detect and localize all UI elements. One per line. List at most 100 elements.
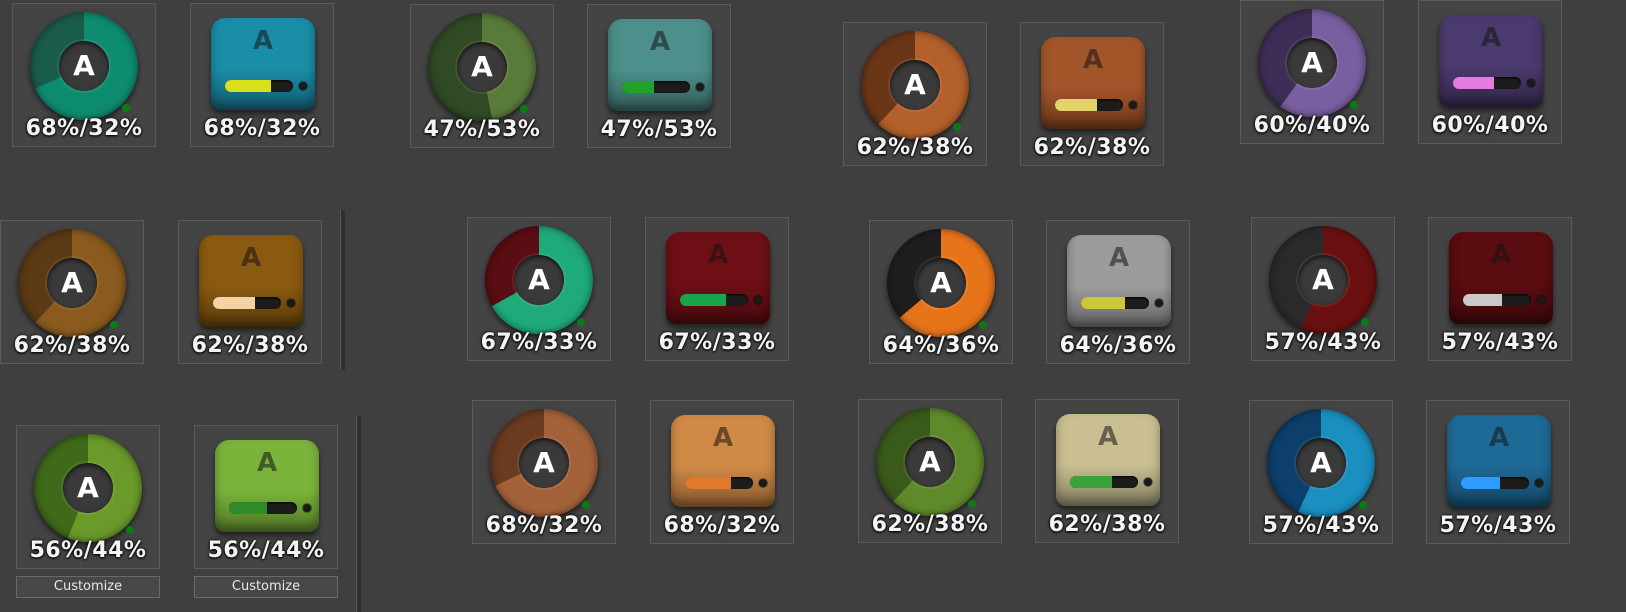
hard-drive-icon: A: [608, 19, 712, 111]
ring-icon-preview[interactable]: A 62%/38%: [858, 399, 1002, 543]
disk-usage-ring-icon: A: [1269, 226, 1377, 334]
ring-icon-preview[interactable]: A 56%/44%: [16, 425, 160, 569]
drive-icon-preview[interactable]: A 68%/32%: [650, 400, 794, 544]
hard-drive-icon: A: [199, 235, 303, 327]
ring-center: A: [905, 437, 955, 487]
ring-center: A: [916, 258, 966, 308]
drive-letter: A: [252, 26, 274, 56]
ring-icon-preview[interactable]: A 68%/32%: [12, 3, 156, 147]
usage-bar-fill: [1055, 99, 1098, 111]
usage-caption: 67%/33%: [658, 330, 776, 355]
drive-icon-preview[interactable]: A 67%/33%: [645, 217, 789, 361]
customize-button[interactable]: Customize: [194, 576, 338, 598]
usage-caption: 62%/38%: [1033, 135, 1151, 160]
disk-usage-ring-icon: A: [861, 31, 969, 139]
drive-letter: A: [240, 243, 262, 273]
hard-drive-icon: A: [1041, 37, 1145, 129]
disk-usage-ring-icon: A: [1267, 409, 1375, 517]
drive-led-icon: [696, 83, 704, 91]
usage-caption: 56%/44%: [207, 538, 325, 563]
ring-icon-preview[interactable]: A 60%/40%: [1240, 0, 1384, 144]
activity-dot-icon: [110, 321, 118, 329]
disk-usage-ring-icon: A: [887, 229, 995, 337]
drive-icon-preview[interactable]: A 64%/36%: [1046, 220, 1190, 364]
usage-bar: [685, 477, 753, 489]
drive-icon-preview[interactable]: A 68%/32%: [190, 3, 334, 147]
usage-caption: 60%/40%: [1431, 113, 1549, 138]
hard-drive-icon: A: [666, 232, 770, 324]
usage-bar-fill: [229, 502, 268, 514]
drive-icon-preview[interactable]: A 57%/43%: [1428, 217, 1572, 361]
customize-button[interactable]: Customize: [16, 576, 160, 598]
usage-caption: 57%/43%: [1264, 330, 1382, 355]
ring-icon-preview[interactable]: A 67%/33%: [467, 217, 611, 361]
ring-center: A: [47, 258, 97, 308]
drive-letter: A: [1312, 263, 1334, 296]
drive-letter: A: [533, 446, 555, 479]
hard-drive-icon: A: [211, 18, 315, 110]
ring-icon-preview[interactable]: A 62%/38%: [0, 220, 144, 364]
drive-letter: A: [471, 50, 493, 83]
usage-bar-fill: [225, 80, 272, 92]
drive-icon-preview[interactable]: A 62%/38%: [1035, 399, 1179, 543]
usage-bar: [213, 297, 281, 309]
usage-caption: 57%/43%: [1439, 513, 1557, 538]
drive-icon-preview[interactable]: A 62%/38%: [178, 220, 322, 364]
usage-caption: 68%/32%: [663, 513, 781, 538]
ring-center: A: [59, 41, 109, 91]
ring-icon-preview[interactable]: A 57%/43%: [1249, 400, 1393, 544]
ring-center: A: [890, 60, 940, 110]
usage-bar-fill: [680, 294, 726, 306]
usage-bar: [680, 294, 748, 306]
usage-bar-fill: [1463, 294, 1502, 306]
usage-caption: 47%/53%: [423, 117, 541, 142]
drive-letter: A: [1490, 240, 1512, 270]
activity-dot-icon: [953, 123, 961, 131]
drive-icon-preview[interactable]: A 60%/40%: [1418, 0, 1562, 144]
ring-center: A: [1287, 38, 1337, 88]
usage-bar-fill: [1070, 476, 1113, 488]
hard-drive-icon: A: [1067, 235, 1171, 327]
usage-caption: 57%/43%: [1441, 330, 1559, 355]
drive-icon-preview[interactable]: A 56%/44%: [194, 425, 338, 569]
drive-letter: A: [707, 240, 729, 270]
usage-bar: [1461, 477, 1529, 489]
usage-bar-fill: [1461, 477, 1500, 489]
disk-usage-ring-icon: A: [428, 13, 536, 121]
usage-caption: 47%/53%: [600, 117, 718, 142]
usage-bar-fill: [1081, 297, 1125, 309]
drive-icon-preview[interactable]: A 57%/43%: [1426, 400, 1570, 544]
usage-bar: [622, 81, 690, 93]
ring-icon-preview[interactable]: A 68%/32%: [472, 400, 616, 544]
usage-caption: 62%/38%: [871, 512, 989, 537]
drive-led-icon: [1537, 296, 1545, 304]
ring-icon-preview[interactable]: A 47%/53%: [410, 4, 554, 148]
activity-dot-icon: [1361, 318, 1369, 326]
hard-drive-icon: A: [1056, 414, 1160, 506]
drive-led-icon: [759, 479, 767, 487]
activity-dot-icon: [968, 500, 976, 508]
drive-icon-preview[interactable]: A 62%/38%: [1020, 22, 1164, 166]
drive-icon-preview[interactable]: A 47%/53%: [587, 4, 731, 148]
drive-letter: A: [712, 423, 734, 453]
disk-usage-ring-icon: A: [490, 409, 598, 517]
ring-center: A: [457, 42, 507, 92]
drive-letter: A: [1301, 46, 1323, 79]
ring-icon-preview[interactable]: A 64%/36%: [869, 220, 1013, 364]
usage-bar: [229, 502, 297, 514]
usage-caption: 68%/32%: [25, 116, 143, 141]
drive-letter: A: [77, 471, 99, 504]
hard-drive-icon: A: [1439, 15, 1543, 107]
ring-icon-preview[interactable]: A 62%/38%: [843, 22, 987, 166]
drive-letter: A: [904, 68, 926, 101]
drive-letter: A: [256, 448, 278, 478]
drive-letter: A: [73, 49, 95, 82]
drive-letter: A: [649, 27, 671, 57]
drive-led-icon: [1535, 479, 1543, 487]
usage-caption: 64%/36%: [1059, 333, 1177, 358]
ring-center: A: [519, 438, 569, 488]
ring-icon-preview[interactable]: A 57%/43%: [1251, 217, 1395, 361]
activity-dot-icon: [122, 104, 130, 112]
disk-usage-ring-icon: A: [30, 12, 138, 120]
disk-usage-ring-icon: A: [1258, 9, 1366, 117]
